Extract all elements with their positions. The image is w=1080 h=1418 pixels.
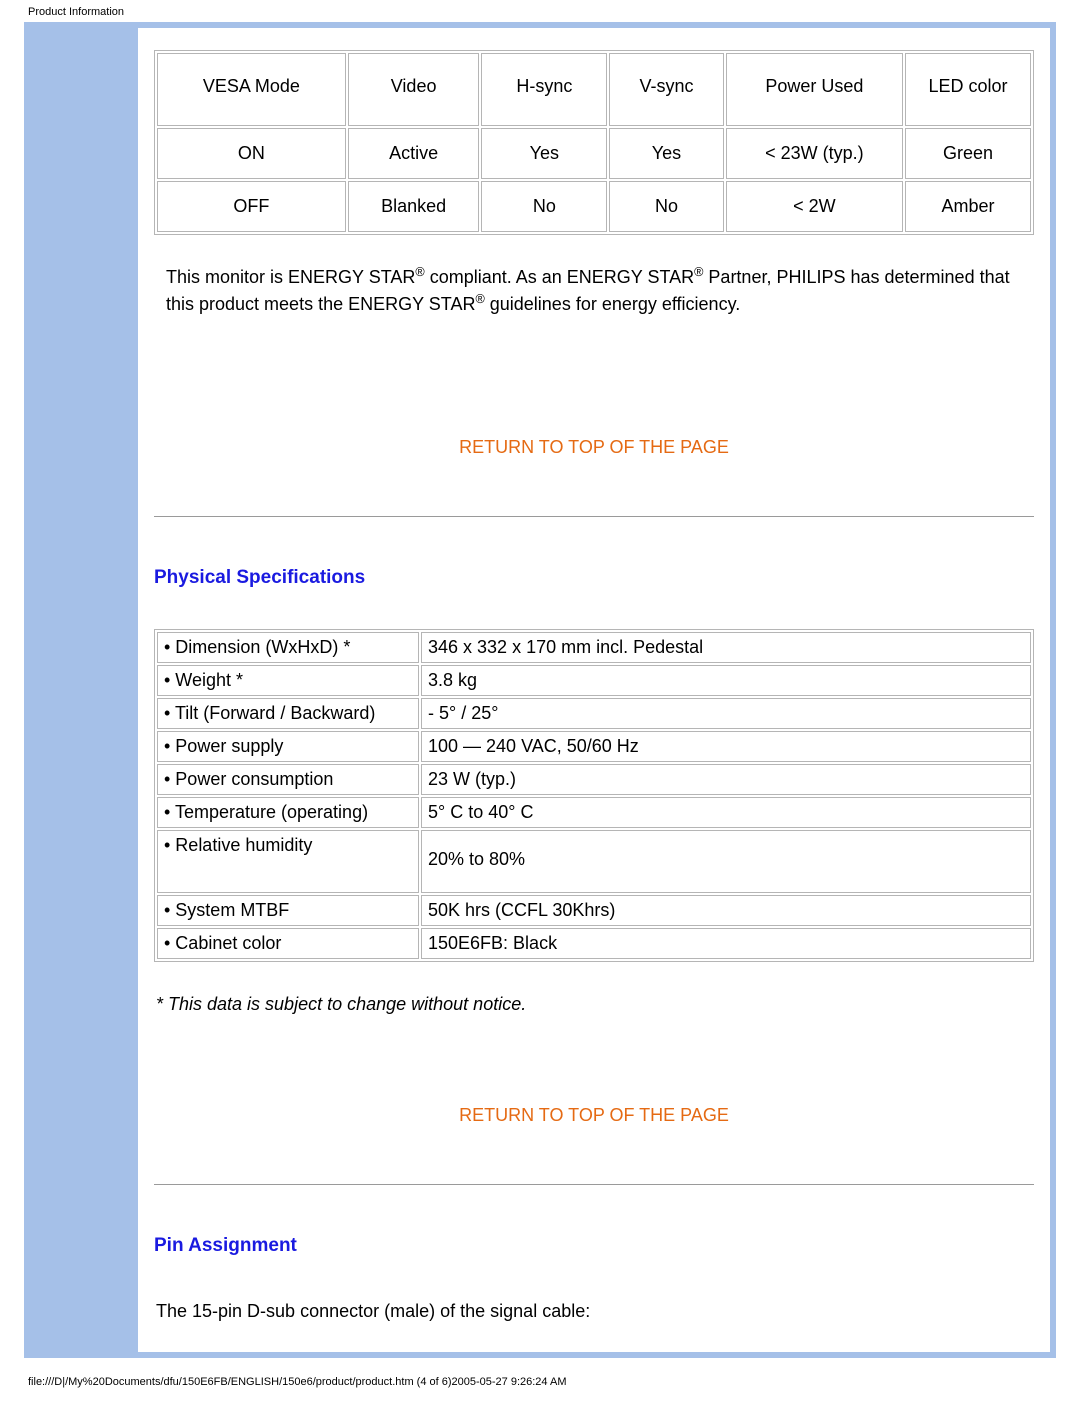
table-cell: Active (348, 128, 480, 179)
table-header-row: VESA Mode Video H-sync V-sync Power Used… (157, 53, 1031, 126)
text: ENERGY STAR (567, 267, 694, 287)
energy-star-mark: ENERGY STAR® (348, 294, 485, 314)
page-header-title: Product Information (0, 0, 1080, 22)
table-cell: < 23W (typ.) (726, 128, 903, 179)
content-inner: VESA Mode Video H-sync V-sync Power Used… (138, 28, 1050, 1322)
content-card: VESA Mode Video H-sync V-sync Power Used… (138, 28, 1050, 1352)
text: ENERGY STAR (288, 267, 415, 287)
table-cell: Yes (481, 128, 607, 179)
table-header-cell: Video (348, 53, 480, 126)
table-cell: Amber (905, 181, 1031, 232)
table-row: • Tilt (Forward / Backward) - 5° / 25° (157, 698, 1031, 729)
text: This monitor is (166, 267, 288, 287)
power-table: VESA Mode Video H-sync V-sync Power Used… (154, 50, 1034, 235)
energy-star-paragraph: This monitor is ENERGY STAR® compliant. … (166, 263, 1030, 317)
table-row: • Relative humidity 20% to 80% (157, 830, 1031, 893)
table-cell: • Dimension (WxHxD) * (157, 632, 419, 663)
text: Partner, (703, 267, 776, 287)
return-to-top-link[interactable]: RETURN TO TOP OF THE PAGE (154, 437, 1034, 458)
text: ENERGY STAR (348, 294, 475, 314)
page-root: Product Information VESA Mode Video H-sy… (0, 0, 1080, 1418)
table-row: • Power consumption 23 W (typ.) (157, 764, 1031, 795)
registered-icon: ® (415, 265, 424, 279)
table-cell: • Weight * (157, 665, 419, 696)
table-cell: • System MTBF (157, 895, 419, 926)
table-cell: No (609, 181, 723, 232)
table-header-cell: H-sync (481, 53, 607, 126)
table-row: • Dimension (WxHxD) * 346 x 332 x 170 mm… (157, 632, 1031, 663)
return-to-top-link[interactable]: RETURN TO TOP OF THE PAGE (154, 1105, 1034, 1126)
table-cell: ON (157, 128, 346, 179)
physical-specs-table: • Dimension (WxHxD) * 346 x 332 x 170 mm… (154, 629, 1034, 962)
table-row: ON Active Yes Yes < 23W (typ.) Green (157, 128, 1031, 179)
table-header-cell: Power Used (726, 53, 903, 126)
table-cell: 5° C to 40° C (421, 797, 1031, 828)
table-cell: • Temperature (operating) (157, 797, 419, 828)
energy-star-mark: ENERGY STAR® (567, 267, 704, 287)
pin-assignment-text: The 15-pin D-sub connector (male) of the… (156, 1301, 1034, 1322)
table-row: • System MTBF 50K hrs (CCFL 30Khrs) (157, 895, 1031, 926)
text: guidelines for energy efficiency. (485, 294, 740, 314)
divider (154, 1184, 1034, 1185)
table-cell: • Power consumption (157, 764, 419, 795)
table-cell: 346 x 332 x 170 mm incl. Pedestal (421, 632, 1031, 663)
registered-icon: ® (475, 292, 484, 306)
table-cell: 23 W (typ.) (421, 764, 1031, 795)
footer-file-path: file:///D|/My%20Documents/dfu/150E6FB/EN… (0, 1358, 1080, 1388)
table-header-cell: VESA Mode (157, 53, 346, 126)
table-cell: OFF (157, 181, 346, 232)
table-row: • Power supply 100 — 240 VAC, 50/60 Hz (157, 731, 1031, 762)
table-row: • Temperature (operating) 5° C to 40° C (157, 797, 1031, 828)
table-cell: 100 — 240 VAC, 50/60 Hz (421, 731, 1031, 762)
physical-specs-heading: Physical Specifications (154, 567, 1034, 589)
table-cell: • Relative humidity (157, 830, 419, 893)
text: compliant. As an (425, 267, 567, 287)
divider (154, 516, 1034, 517)
table-header-cell: V-sync (609, 53, 723, 126)
table-cell: 3.8 kg (421, 665, 1031, 696)
table-cell: Blanked (348, 181, 480, 232)
table-cell: 20% to 80% (421, 830, 1031, 893)
table-cell: No (481, 181, 607, 232)
table-cell: < 2W (726, 181, 903, 232)
table-row: • Weight * 3.8 kg (157, 665, 1031, 696)
table-row: OFF Blanked No No < 2W Amber (157, 181, 1031, 232)
table-cell: 50K hrs (CCFL 30Khrs) (421, 895, 1031, 926)
outer-blue-band: VESA Mode Video H-sync V-sync Power Used… (24, 22, 1056, 1358)
table-cell: 150E6FB: Black (421, 928, 1031, 959)
table-header-cell: LED color (905, 53, 1031, 126)
table-cell: • Cabinet color (157, 928, 419, 959)
table-cell: • Power supply (157, 731, 419, 762)
table-row: • Cabinet color 150E6FB: Black (157, 928, 1031, 959)
table-cell: Yes (609, 128, 723, 179)
philips-mark: PHILIPS (776, 267, 845, 287)
table-cell: • Tilt (Forward / Backward) (157, 698, 419, 729)
footnote: * This data is subject to change without… (156, 994, 1034, 1015)
table-cell: - 5° / 25° (421, 698, 1031, 729)
energy-star-mark: ENERGY STAR® (288, 267, 425, 287)
pin-assignment-heading: Pin Assignment (154, 1235, 1034, 1257)
table-cell: Green (905, 128, 1031, 179)
